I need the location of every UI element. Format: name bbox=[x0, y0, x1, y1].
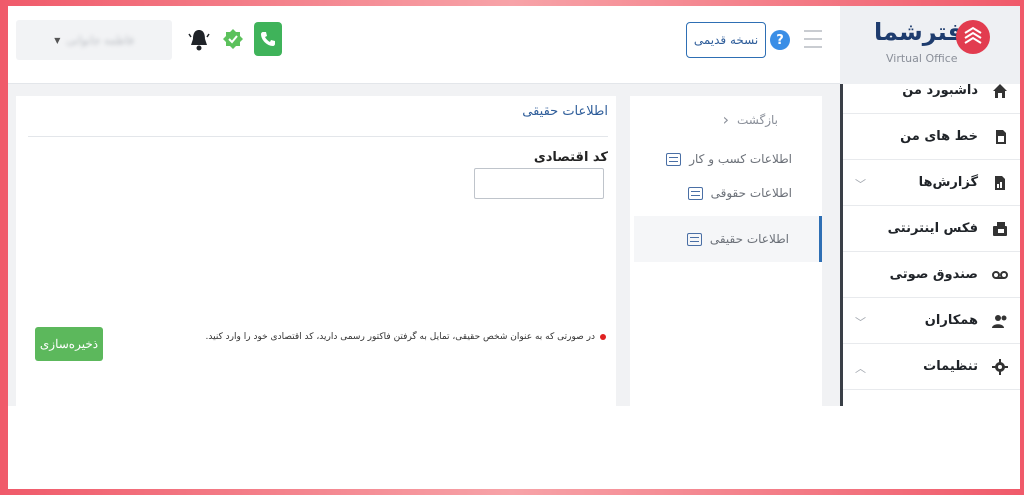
sidebar-item-dashboard[interactable]: داشبورد من bbox=[843, 68, 1020, 114]
sidebar-item-label: صندوق صوتی bbox=[889, 267, 978, 282]
fax-icon bbox=[992, 221, 1008, 237]
sidebar-item-label: گزارش‌ها bbox=[918, 175, 978, 190]
save-button[interactable]: ذخیره‌سازی bbox=[35, 327, 103, 361]
document-icon bbox=[687, 186, 703, 200]
hamburger-menu-icon[interactable] bbox=[804, 30, 822, 50]
chevron-down-icon: ﹀ bbox=[855, 178, 866, 191]
sidebar-item-label: خط های من bbox=[900, 129, 978, 144]
report-icon bbox=[992, 175, 1008, 191]
sim-icon bbox=[992, 129, 1008, 145]
sidebar-item-label: همکاران bbox=[924, 313, 978, 328]
sidebar-item-my-lines[interactable]: خط های من bbox=[843, 114, 1020, 160]
document-icon bbox=[686, 232, 702, 246]
sidebar-item-label: داشبورد من bbox=[902, 83, 978, 98]
back-link[interactable]: بازگشت ‹ bbox=[723, 110, 778, 129]
user-name: فاطمه جانوانی bbox=[66, 33, 134, 47]
sidebar-item-internet-fax[interactable]: فکس اینترنتی bbox=[843, 206, 1020, 252]
subnav-item-business[interactable]: اطلاعات کسب و کار bbox=[666, 152, 792, 166]
sidebar-item-label: فکس اینترنتی bbox=[887, 221, 978, 236]
form-panel: اطلاعات حقیقی کد اقتصادی در صورتی که به … bbox=[16, 96, 616, 406]
home-icon bbox=[992, 83, 1008, 99]
chevron-right-icon: ‹ bbox=[722, 110, 729, 129]
bell-icon[interactable] bbox=[188, 28, 210, 52]
divider bbox=[28, 136, 608, 137]
brand-subtitle: Virtual Office bbox=[886, 52, 958, 65]
verified-badge-icon bbox=[222, 28, 244, 50]
phone-icon bbox=[261, 32, 275, 46]
note-text: در صورتی که به عنوان شخص حقیقی، تمایل به… bbox=[205, 332, 595, 342]
caret-down-icon: ▼ bbox=[54, 35, 61, 45]
info-dot-icon bbox=[600, 334, 606, 340]
app-window: ▼ فاطمه جانوانی نسخه قدیمی ? دفترشما Vir… bbox=[8, 6, 1020, 489]
old-version-button[interactable]: نسخه قدیمی bbox=[686, 22, 766, 58]
subnav-item-personal[interactable]: اطلاعات حقیقی bbox=[634, 216, 822, 262]
sidebar-item-colleagues[interactable]: ﹀ همکاران bbox=[843, 298, 1020, 344]
page-title: اطلاعات حقیقی bbox=[522, 104, 608, 119]
subnav-item-label: اطلاعات حقیقی bbox=[709, 232, 789, 246]
subnav-item-legal[interactable]: اطلاعات حقوقی bbox=[687, 186, 792, 200]
help-icon[interactable]: ? bbox=[770, 30, 790, 50]
user-dropdown[interactable]: ▼ فاطمه جانوانی bbox=[16, 20, 172, 60]
users-icon bbox=[992, 313, 1008, 329]
chevron-down-icon: ﹀ bbox=[855, 316, 866, 329]
subnav-item-label: اطلاعات حقوقی bbox=[710, 186, 792, 200]
sub-navigation: بازگشت ‹ اطلاعات کسب و کار اطلاعات حقوقی… bbox=[630, 96, 822, 406]
phone-button[interactable] bbox=[254, 22, 282, 56]
sidebar-item-label: تنظیمات bbox=[923, 359, 978, 374]
sidebar-item-reports[interactable]: ﹀ گزارش‌ها bbox=[843, 160, 1020, 206]
gear-icon bbox=[992, 358, 1008, 375]
chevron-up-icon: ︿ bbox=[855, 362, 866, 375]
economic-code-input[interactable] bbox=[474, 168, 604, 199]
sidebar: داشبورد من خط های من ﹀ گزارش‌ها فکس اینت… bbox=[840, 83, 1020, 406]
brand-mark-icon bbox=[956, 20, 990, 54]
voicemail-icon bbox=[992, 267, 1008, 283]
subnav-item-label: اطلاعات کسب و کار bbox=[689, 152, 792, 166]
back-label: بازگشت bbox=[737, 112, 778, 127]
document-icon bbox=[666, 152, 682, 166]
sidebar-item-settings[interactable]: ︿ تنظیمات bbox=[843, 344, 1020, 390]
info-note: در صورتی که به عنوان شخص حقیقی، تمایل به… bbox=[206, 332, 606, 342]
field-label: کد اقتصادی bbox=[533, 150, 608, 165]
sidebar-item-voicemail[interactable]: صندوق صوتی bbox=[843, 252, 1020, 298]
page-bottom bbox=[8, 406, 1020, 489]
top-header: ▼ فاطمه جانوانی نسخه قدیمی ? bbox=[8, 6, 842, 84]
